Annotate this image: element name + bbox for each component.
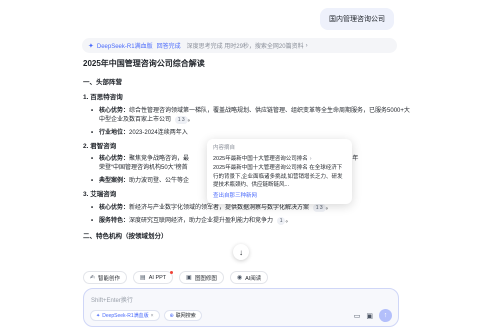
- citation-badge[interactable]: 1: [276, 217, 286, 225]
- web-search-toggle[interactable]: ⊕ 联网搜索: [163, 310, 202, 321]
- sparkle-icon: ✦: [88, 42, 94, 50]
- chat-input-box[interactable]: Shift+Enter换行 ✦ DeepSeek-R1满血版 × ⊕ 联网搜索 …: [83, 288, 399, 327]
- list-item: 核心优势：综合性管理咨询领域第一梯队，覆盖战略规划、供应链管理、组织变革等全生命…: [83, 107, 413, 125]
- thinking-meta: 深度思考完成 用时29秒，搜索全网20篇资料: [186, 44, 304, 50]
- chip-ai-reading[interactable]: ◉ AI阅读: [229, 271, 269, 284]
- image-upload-icon[interactable]: ▣: [366, 312, 373, 320]
- citation-badge[interactable]: 1 3: [174, 115, 188, 124]
- popup-source-link[interactable]: 2025年最新中国十大管理咨询公司排名 ›: [213, 155, 346, 164]
- model-name: DeepSeek-R1满血版: [96, 44, 153, 50]
- thinking-status-bar[interactable]: ✦ DeepSeek-R1满血版 回答完成 深度思考完成 用时29秒，搜索全网2…: [82, 38, 397, 53]
- chat-input-placeholder[interactable]: Shift+Enter换行: [91, 295, 133, 304]
- user-message-bubble: 国内管理咨询公司: [320, 8, 394, 30]
- popup-source-excerpt: 2025年最新中国十大管理咨询公司排名 在全球经济下行的背景下,企业面临诸多挑战…: [213, 165, 343, 189]
- popup-more-link[interactable]: 查出自那三种新网: [213, 192, 346, 201]
- section-heading: 二、特色机构（按领域划分）: [83, 233, 168, 240]
- answer-done-label: 回答完成: [156, 44, 181, 50]
- chevron-right-icon: ›: [305, 42, 308, 49]
- pen-icon: ✍: [90, 275, 96, 281]
- model-select-tag[interactable]: ✦ DeepSeek-R1满血版 ×: [90, 310, 160, 321]
- list-item: 核心优势：新经济与产业数字化领域的领军者，提供数据洞察与数字化解决方案 1 3。: [83, 204, 413, 213]
- citation-popup: 内容摘自 2025年最新中国十大管理咨询公司排名 › 2025年最新中国十大管理咨…: [207, 139, 352, 205]
- read-icon: ◉: [236, 275, 243, 281]
- close-icon[interactable]: ×: [151, 313, 154, 319]
- ppt-icon: ▤: [140, 275, 146, 281]
- list-item: 服务特色：深度研究互联网经济，助力企业提升盈利能力和竞争力 1。: [83, 217, 413, 226]
- image-icon: ▣: [186, 275, 192, 281]
- send-button[interactable]: ↑: [379, 309, 392, 322]
- chip-image-edit[interactable]: ▣ 图图修图: [179, 271, 224, 284]
- arrow-up-icon: ↑: [383, 312, 388, 319]
- list-item: 行业地位：2023-2024连续两年入: [83, 129, 413, 138]
- chip-smart-writing[interactable]: ✍ 智能创作: [83, 271, 128, 284]
- sparkle-icon: ✦: [96, 312, 101, 319]
- new-badge-dot: [170, 271, 174, 274]
- chip-ai-ppt[interactable]: ▤ AI PPT: [133, 271, 174, 284]
- tool-chips: ✍ 智能创作 ▤ AI PPT ▣ 图图修图 ◉ AI阅读: [83, 271, 269, 284]
- answer-title: 2025年中国管理咨询公司综合解读: [83, 59, 205, 68]
- popup-source-label: 内容摘自: [213, 145, 236, 151]
- input-tag-bar: ✦ DeepSeek-R1满血版 × ⊕ 联网搜索: [90, 310, 202, 321]
- chevron-right-icon: ›: [309, 155, 312, 162]
- citation-badge[interactable]: 1 3: [312, 204, 326, 212]
- section-heading: 一、头部阵营: [83, 79, 122, 86]
- folder-icon[interactable]: ▭: [354, 312, 361, 320]
- scroll-down-button[interactable]: ↓: [233, 244, 249, 260]
- input-tools: ▭ ▣ ↑: [354, 309, 392, 322]
- arrow-down-icon: ↓: [239, 247, 243, 257]
- company-heading: 1. 百思特咨询: [83, 93, 123, 101]
- globe-icon: ⊕: [169, 312, 174, 319]
